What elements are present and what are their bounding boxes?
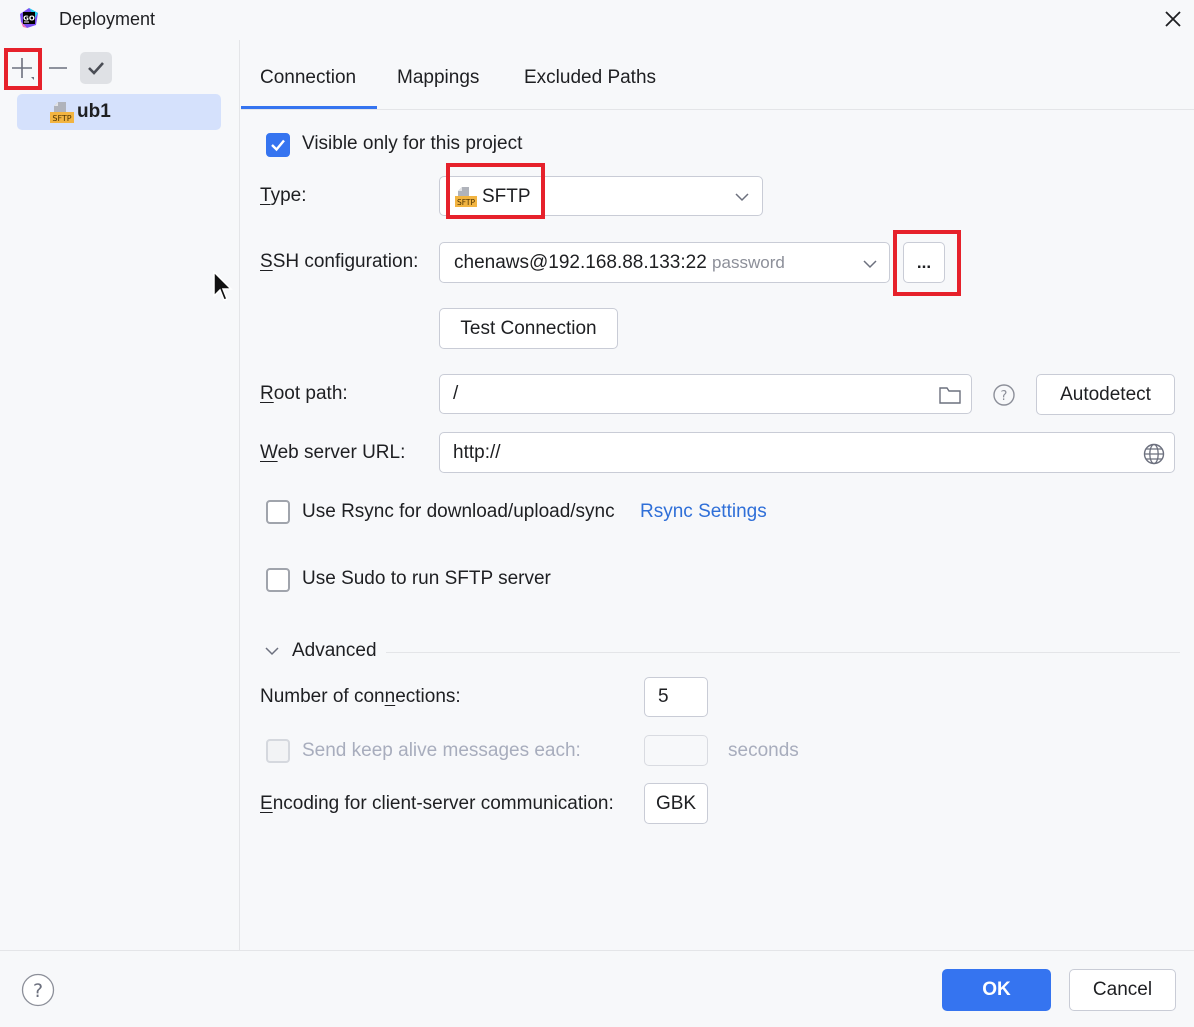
encoding-label: Encoding for client-server communication… (260, 793, 614, 814)
remove-server-button[interactable] (42, 52, 74, 84)
web-server-url-value: http:// (453, 441, 501, 463)
web-server-url-input[interactable]: http:// (439, 432, 1175, 473)
svg-text:?: ? (1001, 389, 1008, 404)
advanced-section-title[interactable]: Advanced (292, 640, 377, 662)
remove-icon (49, 67, 67, 69)
root-path-input[interactable]: / (439, 374, 972, 414)
selected-tab-indicator (241, 106, 377, 109)
keep-alive-checkbox (266, 739, 290, 763)
use-rsync-checkbox[interactable] (266, 500, 290, 524)
type-value: SFTP (482, 186, 531, 207)
root-path-value: / (453, 383, 459, 404)
cancel-button[interactable]: Cancel (1069, 969, 1176, 1011)
check-icon (88, 62, 104, 75)
use-rsync-label: Use Rsync for download/upload/sync (302, 501, 615, 522)
encoding-select[interactable]: GBK (644, 783, 708, 824)
ssh-config-select[interactable]: chenaws@192.168.88.133:22 password (439, 242, 890, 283)
autodetect-button[interactable]: Autodetect (1036, 374, 1175, 415)
set-default-button[interactable] (80, 52, 112, 84)
help-icon[interactable]: ? (21, 973, 55, 1007)
tab-mappings[interactable]: Mappings (397, 67, 479, 89)
help-icon[interactable]: ? (992, 383, 1016, 407)
server-name: ub1 (77, 101, 111, 122)
connections-count-label: Number of connections: (260, 686, 461, 707)
checkmark-icon (271, 139, 285, 152)
server-list-panel: SFTP ub1 (0, 40, 240, 950)
type-label: Type: (260, 185, 307, 206)
globe-icon[interactable] (1142, 442, 1166, 466)
test-connection-button[interactable]: Test Connection (439, 308, 618, 349)
folder-icon[interactable] (938, 384, 962, 406)
server-item-ub1[interactable]: SFTP ub1 (17, 94, 221, 130)
ssh-config-more-button[interactable]: ... (903, 242, 945, 283)
svg-text:SFTP: SFTP (457, 198, 476, 207)
chevron-down-icon (863, 260, 877, 269)
title-bar: GO Deployment (0, 0, 1194, 40)
goland-logo-icon: GO (20, 8, 38, 28)
close-icon[interactable] (1160, 6, 1186, 32)
ssh-auth-hint: password (712, 252, 785, 272)
sftp-server-icon: SFTP (50, 102, 74, 123)
rsync-settings-link[interactable]: Rsync Settings (640, 501, 767, 523)
svg-text:GO: GO (23, 15, 35, 23)
visible-only-checkbox[interactable] (266, 133, 290, 157)
web-server-url-label: Web server URL: (260, 442, 406, 463)
ok-button[interactable]: OK (942, 969, 1051, 1011)
chevron-down-icon[interactable] (263, 643, 281, 659)
add-server-button[interactable] (6, 52, 38, 84)
tab-excluded-paths[interactable]: Excluded Paths (524, 67, 656, 89)
tab-bar: Connection Mappings Excluded Paths (241, 40, 1194, 110)
svg-text:?: ? (33, 980, 43, 1002)
tab-connection[interactable]: Connection (260, 67, 356, 89)
advanced-separator (386, 652, 1180, 653)
window-title: Deployment (59, 9, 156, 29)
sftp-type-icon: SFTP (455, 187, 477, 207)
keep-alive-label: Send keep alive messages each: (302, 740, 581, 761)
chevron-down-icon (735, 193, 749, 202)
keep-alive-interval-input (644, 735, 708, 766)
root-path-label: Root path: (260, 383, 348, 404)
type-select[interactable]: SFTP SFTP (439, 176, 763, 216)
ssh-config-value: chenaws@192.168.88.133:22 (454, 251, 707, 273)
visible-only-label: Visible only for this project (302, 133, 523, 154)
use-sudo-checkbox[interactable] (266, 568, 290, 592)
mouse-cursor-icon (213, 270, 233, 301)
connections-count-input[interactable]: 5 (644, 677, 708, 717)
connections-count-value: 5 (658, 686, 669, 707)
add-icon (12, 58, 34, 80)
use-sudo-label: Use Sudo to run SFTP server (302, 568, 551, 589)
dialog-footer: ? OK Cancel (0, 950, 1194, 1027)
ssh-config-label: SSH configuration: (260, 251, 419, 272)
svg-text:SFTP: SFTP (52, 114, 71, 123)
keep-alive-unit: seconds (728, 740, 799, 761)
